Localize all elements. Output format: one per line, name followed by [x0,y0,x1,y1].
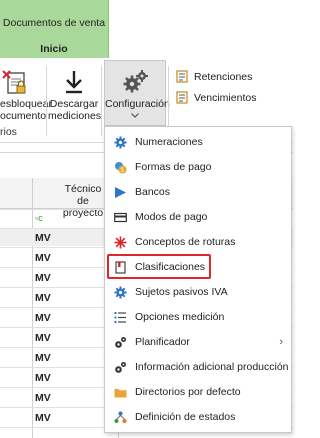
table-cell[interactable]: MV [35,312,51,324]
gear-icon [114,136,127,149]
due-dates-label: Vencimientos [194,91,257,104]
due-dates-button[interactable]: Vencimientos [176,91,256,104]
menu-item-label: Formas de pago [135,161,212,173]
ribbon-group-label: rios [0,126,17,138]
menu-item-modos-de-pago[interactable]: Modos de pago [105,206,291,228]
menu-item-conceptos-de-roturas[interactable]: Conceptos de roturas [105,231,291,253]
menu-item-label: Definición de estados [135,411,236,423]
menu-item-opciones-medicion[interactable]: Opciones medición [105,306,291,328]
tax-gear-icon [114,286,127,299]
document-list-icon [176,91,188,104]
withholdings-button[interactable]: Retenciones [176,70,252,83]
table-cell[interactable]: MV [35,232,51,244]
menu-item-bancos[interactable]: Bancos [105,181,291,203]
table-cell[interactable]: MV [35,412,51,424]
menu-item-label: Planificador [135,336,190,348]
unlock-label-line1: esbloquear [0,98,52,110]
grid-column-line [32,178,33,438]
configuration-dropdown-menu: Numeraciones $ Formas de pago Bancos Mod… [104,126,292,433]
folder-icon [114,386,127,399]
menu-item-label: Sujetos pasivos IVA [135,286,228,298]
menu-item-label: Conceptos de roturas [135,236,236,248]
bank-icon [114,186,127,199]
download-measurements-button[interactable]: Descargar mediciones [48,58,102,122]
gears-icon [114,361,127,374]
ribbon-tab-name: Inicio [40,43,68,55]
table-cell[interactable]: MV [35,392,51,404]
gears-icon [123,70,148,93]
coins-icon: $ [114,161,127,174]
menu-item-sujetos-pasivos-iva[interactable]: Sujetos pasivos IVA [105,281,291,303]
menu-item-label: Información adicional producción [135,361,289,373]
menu-item-label: Modos de pago [135,211,208,223]
document-list-icon [176,70,188,83]
filter-cell-icon[interactable]: ▫c [35,212,47,222]
status-icon [114,411,127,424]
download-label-line2: mediciones [48,110,102,122]
table-cell[interactable]: MV [35,352,51,364]
ribbon-tab-inicio[interactable]: Documentos de venta Inicio [0,0,109,58]
svg-text:▫c: ▫c [35,213,43,222]
column-header-tecnico[interactable]: Técnico de proyecto [58,183,108,219]
configuration-button[interactable]: Configuración [104,60,170,126]
card-icon [114,211,127,224]
unlock-label-line2: ocumento [0,110,47,122]
menu-item-directorios[interactable]: Directorios por defecto [105,381,291,403]
ribbon-separator [46,66,47,136]
menu-item-planificador[interactable]: Planificador › [105,331,291,353]
table-cell[interactable]: MV [35,372,51,384]
download-arrow-icon [66,71,82,94]
menu-item-label: Numeraciones [135,136,203,148]
burst-icon [114,236,127,249]
menu-item-label: Opciones medición [135,311,225,323]
chevron-right-icon: › [279,336,283,348]
ribbon-separator [101,66,102,136]
table-cell[interactable]: MV [35,252,51,264]
column-header-line1: Técnico de [64,183,102,207]
unlock-document-button[interactable]: esbloquear ocumento [0,58,52,122]
menu-item-label: Directorios por defecto [135,386,241,398]
menu-item-formas-de-pago[interactable]: $ Formas de pago [105,156,291,178]
list-gear-icon [114,311,127,324]
unlock-document-icon [2,70,26,94]
table-cell[interactable]: MV [35,332,51,344]
withholdings-label: Retenciones [194,70,253,83]
ribbon-tab-title: Documentos de venta [2,17,106,29]
chevron-down-icon [131,113,139,118]
table-cell[interactable]: MV [35,292,51,304]
table-cell[interactable]: MV [35,272,51,284]
menu-item-definicion-estados[interactable]: Definición de estados [105,406,291,428]
download-label-line1: Descargar [49,98,99,110]
highlight-box [107,254,211,279]
menu-item-label: Bancos [135,186,171,198]
menu-item-informacion-adicional[interactable]: Información adicional producción [105,356,291,378]
menu-item-numeraciones[interactable]: Numeraciones [105,131,291,153]
configuration-label: Configuración [105,98,170,110]
gears-icon [114,336,127,349]
